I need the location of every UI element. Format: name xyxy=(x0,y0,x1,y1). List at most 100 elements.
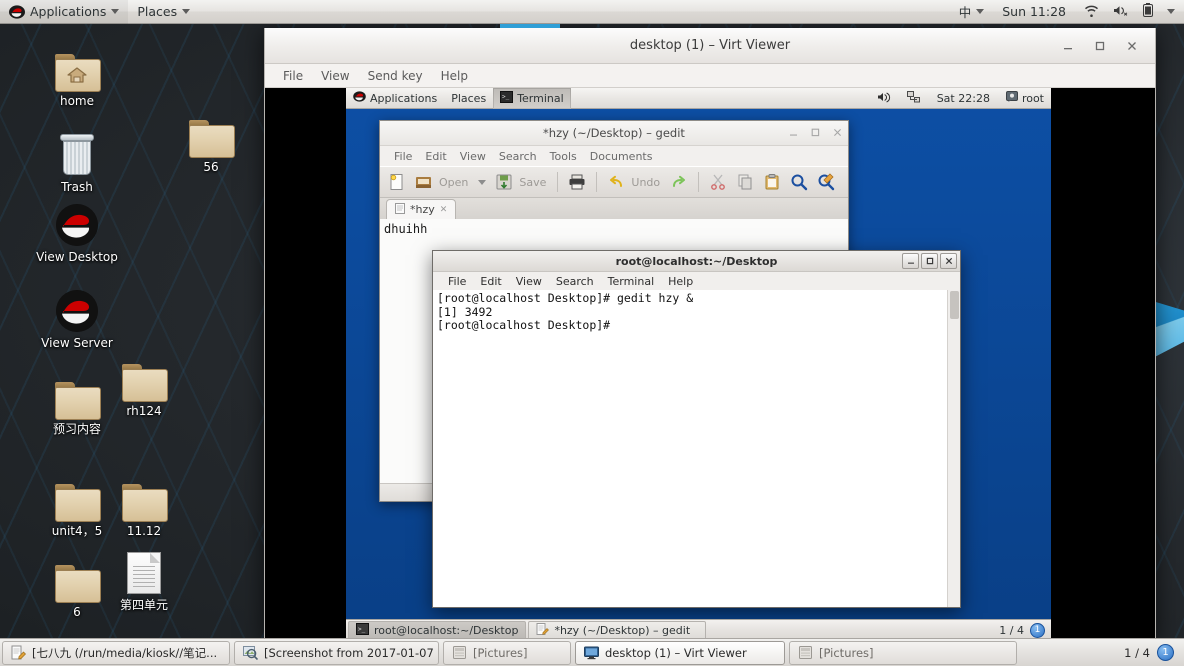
guest-task-terminal-label: root@localhost:~/Desktop xyxy=(374,623,519,637)
virt-menu-help[interactable]: Help xyxy=(433,67,476,85)
host-places-label: Places xyxy=(137,4,178,19)
gedit-close-button[interactable] xyxy=(833,127,842,140)
gedit-menu-file[interactable]: File xyxy=(388,149,418,164)
virt-viewer-window[interactable]: desktop (1) – Virt Viewer File View Send… xyxy=(264,22,1156,640)
terminal-titlebar[interactable]: root@localhost:~/Desktop xyxy=(433,251,960,272)
display-icon xyxy=(584,645,599,660)
virt-viewer-titlebar[interactable]: desktop (1) – Virt Viewer xyxy=(265,28,1155,64)
desktop-icon-glyph xyxy=(29,284,125,332)
open-dropdown-icon[interactable] xyxy=(475,170,489,194)
toolbar-separator xyxy=(698,172,700,192)
guest-places-label: Places xyxy=(451,91,487,105)
copy-icon[interactable] xyxy=(733,170,757,194)
desktop-icon-0[interactable]: home xyxy=(29,42,125,108)
undo-icon[interactable] xyxy=(604,170,628,194)
virt-menu-view[interactable]: View xyxy=(313,67,357,85)
replace-icon[interactable] xyxy=(814,170,838,194)
new-document-icon[interactable] xyxy=(385,170,409,194)
guest-top-panel: Applications Places >_ Terminal Sat 22:2… xyxy=(346,88,1051,109)
redhat-logo-icon xyxy=(353,91,366,105)
terminal-maximize-button[interactable] xyxy=(921,253,938,269)
terminal-menu-edit[interactable]: Edit xyxy=(474,275,507,288)
terminal-scrollbar[interactable] xyxy=(947,290,960,607)
guest-volume-indicator[interactable] xyxy=(870,88,898,109)
desktop-icon-2[interactable]: Trash xyxy=(29,128,125,194)
terminal-menu-search[interactable]: Search xyxy=(550,275,600,288)
minimize-button[interactable] xyxy=(1059,37,1077,55)
archive-icon xyxy=(798,645,813,660)
terminal-body[interactable]: [root@localhost Desktop]# gedit hzy & [1… xyxy=(433,290,960,607)
close-button[interactable] xyxy=(1123,37,1141,55)
gedit-maximize-button[interactable] xyxy=(811,127,820,140)
print-icon[interactable] xyxy=(565,170,589,194)
host-task-screenshot[interactable]: [Screenshot from 2017-01-07 ... xyxy=(234,640,439,665)
guest-workspace-switcher[interactable]: 1 / 4 1 xyxy=(999,622,1051,638)
terminal-scrollbar-thumb[interactable] xyxy=(950,291,959,319)
guest-places-menu[interactable]: Places xyxy=(444,88,493,109)
virt-menu-sendkey[interactable]: Send key xyxy=(360,67,431,85)
guest-workspace-badge[interactable]: 1 xyxy=(1030,622,1045,638)
desktop-icon-glyph xyxy=(29,128,125,176)
gedit-icon xyxy=(11,645,26,660)
host-task-pictures-1-label: [Pictures] xyxy=(473,645,528,660)
gedit-menu-edit[interactable]: Edit xyxy=(419,149,452,164)
virt-viewer-guest-viewport[interactable]: Applications Places >_ Terminal Sat 22:2… xyxy=(265,88,1155,639)
host-task-virt-viewer-label: desktop (1) – Virt Viewer xyxy=(605,645,747,660)
cut-icon[interactable] xyxy=(706,170,730,194)
desktop-icon-glyph xyxy=(96,472,192,522)
gedit-menu-tools[interactable]: Tools xyxy=(544,149,583,164)
host-places-menu[interactable]: Places xyxy=(128,0,199,24)
toolbar-separator xyxy=(596,172,598,192)
maximize-button[interactable] xyxy=(1091,37,1109,55)
find-icon[interactable] xyxy=(787,170,811,194)
terminal-window[interactable]: root@localhost:~/Desktop File Edit View … xyxy=(432,250,961,608)
paste-icon[interactable] xyxy=(760,170,784,194)
terminal-menu-file[interactable]: File xyxy=(442,275,472,288)
terminal-close-button[interactable] xyxy=(940,253,957,269)
host-task-pictures-2[interactable]: [Pictures] xyxy=(789,640,1017,665)
desktop-icon-8[interactable]: 11.12 xyxy=(96,472,192,538)
guest-applications-menu[interactable]: Applications xyxy=(346,88,444,109)
guest-clock[interactable]: Sat 22:28 xyxy=(930,88,997,109)
guest-user-menu[interactable]: root xyxy=(999,88,1051,109)
guest-active-window-button[interactable]: >_ Terminal xyxy=(493,88,571,109)
folder-icon xyxy=(189,120,235,158)
desktop-icon-4[interactable]: View Server xyxy=(29,284,125,350)
system-status-menu[interactable] xyxy=(1075,0,1184,24)
gedit-titlebar[interactable]: *hzy (~/Desktop) – gedit xyxy=(380,121,848,146)
terminal-menu-terminal[interactable]: Terminal xyxy=(602,275,661,288)
guest-network-indicator[interactable] xyxy=(900,88,928,109)
open-icon[interactable] xyxy=(412,170,436,194)
gedit-minimize-button[interactable] xyxy=(789,127,798,140)
desktop-icon-6[interactable]: rh124 xyxy=(96,352,192,418)
host-workspace-switcher[interactable]: 1 / 4 1 xyxy=(1124,644,1182,661)
host-task-pictures-2-label: [Pictures] xyxy=(819,645,874,660)
host-task-gedit-notes[interactable]: [七八九 (/run/media/kiosk//笔记... xyxy=(2,640,230,665)
gedit-tab-close-icon[interactable]: ✕ xyxy=(440,205,448,215)
guest-task-gedit-label: *hzy (~/Desktop) – gedit xyxy=(554,623,691,637)
guest-desktop[interactable]: Applications Places >_ Terminal Sat 22:2… xyxy=(346,88,1051,639)
host-task-pictures-1[interactable]: [Pictures] xyxy=(443,640,571,665)
desktop-icon-1[interactable]: 56 xyxy=(163,108,259,174)
terminal-output-text: [root@localhost Desktop]# gedit hzy & [1… xyxy=(437,291,694,332)
desktop-icon-10[interactable]: 第四单元 xyxy=(96,546,192,612)
terminal-menu-help[interactable]: Help xyxy=(662,275,699,288)
host-workspace-badge[interactable]: 1 xyxy=(1157,644,1174,661)
gedit-menu-view[interactable]: View xyxy=(454,149,492,164)
gedit-menu-documents[interactable]: Documents xyxy=(584,149,659,164)
terminal-menu-view[interactable]: View xyxy=(510,275,548,288)
host-applications-menu[interactable]: Applications xyxy=(0,0,129,24)
guest-task-terminal[interactable]: >_ root@localhost:~/Desktop xyxy=(348,620,527,639)
guest-task-gedit[interactable]: *hzy (~/Desktop) – gedit xyxy=(528,620,707,639)
redo-icon[interactable] xyxy=(667,170,691,194)
input-method-indicator[interactable]: 中 xyxy=(950,0,994,24)
gedit-tab-hzy[interactable]: *hzy ✕ xyxy=(386,199,457,219)
desktop-icon-3[interactable]: View Desktop xyxy=(29,198,125,264)
save-icon[interactable] xyxy=(492,170,516,194)
gedit-menu-search[interactable]: Search xyxy=(493,149,543,164)
terminal-minimize-button[interactable] xyxy=(902,253,919,269)
virt-menu-file[interactable]: File xyxy=(275,67,311,85)
guest-active-window-label: Terminal xyxy=(517,91,564,105)
host-task-virt-viewer[interactable]: desktop (1) – Virt Viewer xyxy=(575,640,785,665)
host-clock[interactable]: Sun 11:28 xyxy=(993,0,1075,24)
